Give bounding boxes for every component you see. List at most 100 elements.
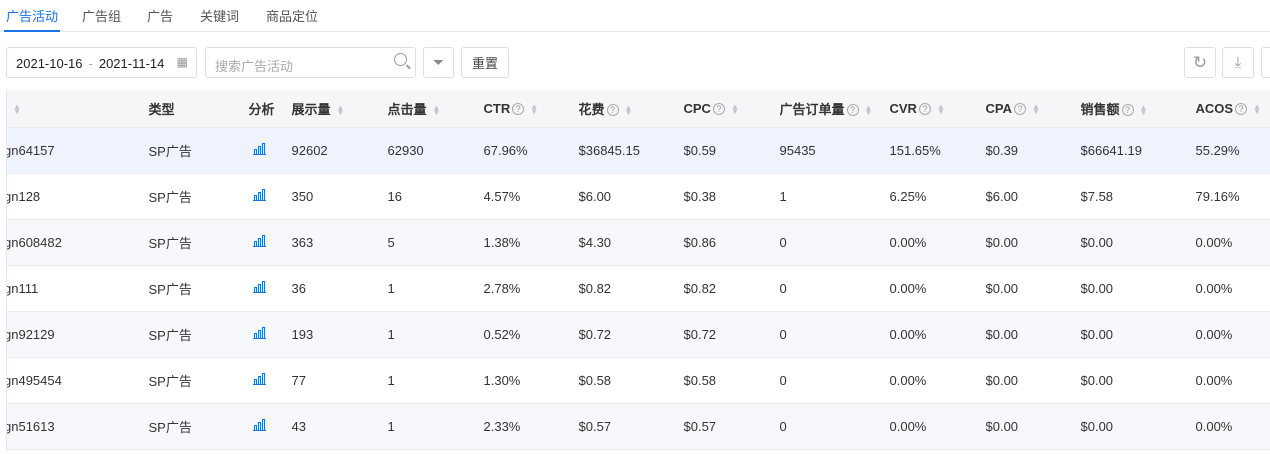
sort-icon[interactable]: ▲ ▼ — [433, 104, 441, 117]
table-row[interactable]: gn51613 SP广告 43 1 2.33% $0.57 $0.57 0 0.00% $0.00… — [6, 403, 1270, 450]
table-cell: $0.72 — [683, 311, 780, 358]
sort-icon[interactable]: ▲ ▼ — [937, 103, 945, 116]
column-header[interactable]: ▲ ▼ — [6, 90, 149, 128]
column-header[interactable]: 销售额? ▲ ▼ — [1080, 90, 1196, 128]
column-header-label: 销售额 — [1080, 101, 1120, 117]
table-cell: $0.58 — [578, 357, 684, 404]
tab-product-targeting[interactable]: 商品定位 — [266, 6, 318, 25]
table-cell: $0.00 — [1080, 219, 1196, 266]
table-cell: 79.16% — [1195, 173, 1270, 220]
sort-icon[interactable]: ▲ ▼ — [1140, 104, 1148, 117]
column-header[interactable]: CPA? ▲ ▼ — [985, 90, 1081, 128]
cell-value: 0.00% — [1195, 234, 1233, 250]
column-header[interactable]: CTR? ▲ ▼ — [483, 90, 579, 128]
date-range-picker[interactable]: 2021-10-16-2021-11-14 ▦ — [6, 47, 197, 78]
help-icon[interactable]: ? — [606, 104, 619, 117]
bar-chart-icon[interactable] — [252, 234, 266, 247]
table-row[interactable]: gn608482 SP广告 363 5 1.38% $4.30 $0.86 0 0.00% $0.… — [6, 219, 1270, 266]
column-header[interactable]: 展示量 ▲ ▼ — [291, 90, 388, 128]
tab-campaigns[interactable]: 广告活动 — [3, 6, 61, 32]
campaign-name[interactable]: gn608482 — [7, 235, 62, 250]
bar-chart-icon[interactable] — [252, 372, 266, 385]
cell-value: 0.00% — [1195, 280, 1233, 296]
help-icon[interactable]: ? — [712, 103, 725, 116]
table-cell: 0.00% — [1195, 403, 1270, 450]
cell-value: 0.00% — [889, 372, 927, 388]
cell-value: $0.00 — [1080, 280, 1114, 296]
help-icon[interactable]: ? — [512, 103, 525, 116]
campaign-name[interactable]: gn92129 — [7, 327, 55, 342]
download-button[interactable]: ⤓ — [1222, 47, 1254, 78]
column-header[interactable]: 点击量 ▲ ▼ — [387, 90, 484, 128]
table-cell: 0.00% — [1195, 265, 1270, 312]
cell-value: $0.38 — [683, 188, 717, 204]
sort-icon[interactable]: ▲ ▼ — [1032, 103, 1040, 116]
table-row[interactable]: gn64157 SP广告 92602 62930 67.96% $36845.15 $0.5… — [6, 127, 1270, 174]
help-icon[interactable]: ? — [918, 103, 931, 116]
filter-button[interactable]: ⏷ — [423, 47, 454, 78]
tab-keywords[interactable]: 关键词 — [200, 6, 239, 25]
table-cell: 5 — [387, 219, 484, 266]
tab-ad-groups[interactable]: 广告组 — [82, 6, 121, 25]
help-icon[interactable]: ? — [1013, 103, 1026, 116]
tab-ads[interactable]: 广告 — [147, 6, 173, 25]
bar-chart-icon[interactable] — [252, 142, 266, 155]
sort-icon[interactable]: ▲ ▼ — [731, 103, 739, 116]
column-header[interactable]: CPC? ▲ ▼ — [683, 90, 780, 128]
column-header[interactable]: 花费? ▲ ▼ — [578, 90, 684, 128]
table-cell: 0 — [779, 357, 890, 404]
campaign-name[interactable]: gn111 — [7, 281, 39, 296]
bar-chart-icon[interactable] — [252, 188, 266, 201]
refresh-button[interactable]: ↻ — [1184, 47, 1216, 78]
search-icon[interactable] — [394, 53, 407, 66]
campaign-name[interactable]: gn128 — [7, 189, 41, 204]
campaign-name[interactable]: gn51613 — [7, 419, 55, 434]
help-icon[interactable]: ? — [1235, 103, 1248, 116]
cell-value: $0.00 — [1080, 326, 1114, 342]
table-cell: 1 — [387, 265, 484, 312]
cell-value: $0.00 — [985, 234, 1019, 250]
table-cell: 92602 — [291, 127, 388, 174]
search-input[interactable]: 搜索广告活动 — [205, 47, 416, 78]
table-cell: 0.00% — [889, 311, 986, 358]
sort-icon[interactable]: ▲ ▼ — [337, 104, 345, 117]
column-header-label: 展示量 — [291, 101, 331, 117]
table-row[interactable]: gn92129 SP广告 193 1 0.52% $0.72 $0.72 0 0.00% $0.0… — [6, 311, 1270, 358]
more-button[interactable] — [1261, 47, 1270, 78]
column-header-label: CPA — [985, 100, 1012, 116]
help-icon[interactable]: ? — [1121, 104, 1134, 117]
cell-value: 363 — [291, 234, 314, 250]
table-cell: $0.00 — [985, 265, 1081, 312]
cell-value: 0 — [779, 234, 787, 250]
table-cell: 0 — [779, 219, 890, 266]
campaign-table: ▲ ▼ 类型 分析 展示量 ▲ ▼ 点击量 ▲ ▼ CTR? ▲ ▼ 花费? ▲ ▼ CPC? ▲ ▼ 广告订单量? ▲… — [6, 90, 1270, 450]
sort-icon[interactable]: ▲ ▼ — [865, 104, 873, 117]
column-header[interactable]: ACOS? ▲ ▼ — [1195, 90, 1270, 128]
cell-value: 0.00% — [889, 280, 927, 296]
column-header-label: 点击量 — [387, 101, 427, 117]
cell-value: 193 — [291, 326, 314, 342]
column-header[interactable]: 广告订单量? ▲ ▼ — [779, 90, 890, 128]
sort-icon[interactable]: ▲ ▼ — [530, 103, 538, 116]
table-cell: 6.25% — [889, 173, 986, 220]
column-header[interactable]: CVR? ▲ ▼ — [889, 90, 986, 128]
table-cell: 43 — [291, 403, 388, 450]
table-cell: $7.58 — [1080, 173, 1196, 220]
sort-icon[interactable]: ▲ ▼ — [1253, 103, 1261, 116]
bar-chart-icon[interactable] — [252, 418, 266, 431]
sort-icon[interactable]: ▲ ▼ — [625, 104, 633, 117]
help-icon[interactable]: ? — [846, 104, 859, 117]
cell-value: 0.00% — [1195, 372, 1233, 388]
table-row[interactable]: gn128 SP广告 350 16 4.57% $6.00 $0.38 1 6.25% $6.00… — [6, 173, 1270, 220]
table-row[interactable]: gn111 SP广告 36 1 2.78% $0.82 $0.82 0 0.00% $0.00 $0… — [6, 265, 1270, 312]
table-cell: 0.00% — [1195, 311, 1270, 358]
cell-value: 62930 — [387, 142, 424, 158]
bar-chart-icon[interactable] — [252, 326, 266, 339]
reset-button[interactable]: 重置 — [461, 47, 509, 78]
sort-icon[interactable]: ▲ ▼ — [13, 103, 21, 116]
table-cell: 0 — [779, 403, 890, 450]
table-row[interactable]: gn495454 SP广告 77 1 1.30% $0.58 $0.58 0 0.00% $0.0… — [6, 357, 1270, 404]
campaign-name[interactable]: gn495454 — [7, 373, 62, 388]
campaign-name[interactable]: gn64157 — [7, 143, 55, 158]
bar-chart-icon[interactable] — [252, 280, 266, 293]
